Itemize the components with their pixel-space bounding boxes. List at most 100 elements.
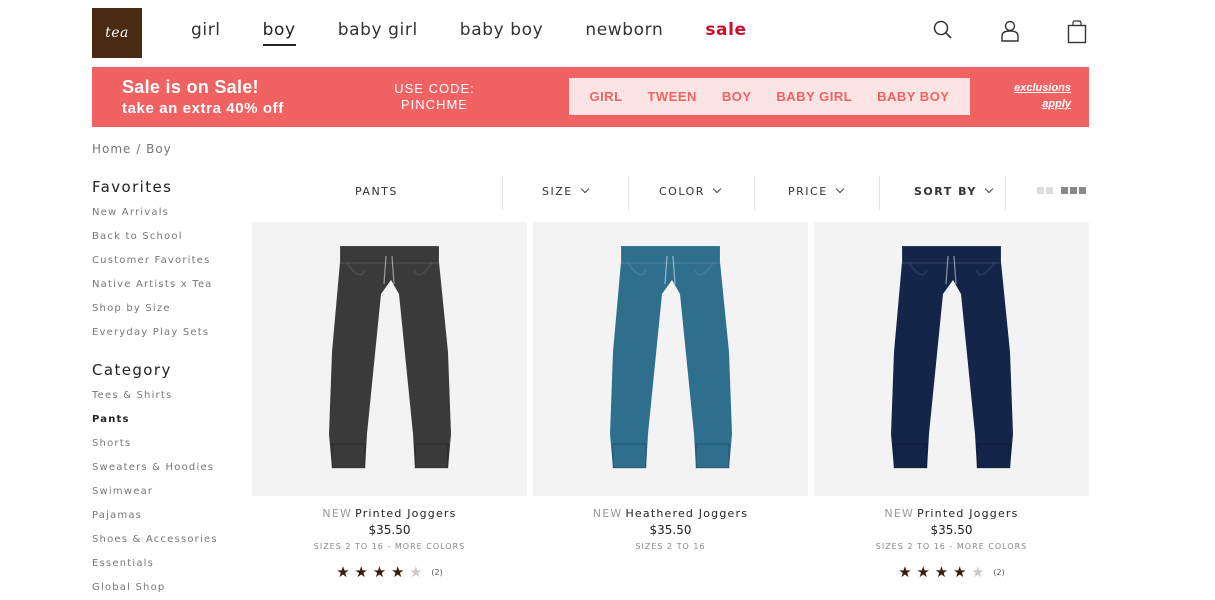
breadcrumb[interactable]: Home / Boy — [92, 142, 172, 156]
category-list: Tees & Shirts Pants Shorts Sweaters & Ho… — [92, 390, 218, 600]
promo-banner[interactable]: Sale is on Sale! take an extra 40% off U… — [92, 67, 1089, 127]
promo-link-boy[interactable]: BOY — [722, 89, 752, 104]
brand-logo[interactable]: tea — [92, 8, 142, 58]
product-sizes[interactable]: SIZES 2 TO 16 — [533, 542, 808, 551]
promo-code: USE CODE: PINCHME — [392, 81, 477, 113]
nav-newborn[interactable]: newborn — [585, 20, 663, 40]
nav-boy[interactable]: boy — [262, 20, 296, 46]
product-title: Printed Joggers — [355, 507, 457, 520]
sidebar-item[interactable]: Pajamas — [92, 510, 218, 534]
filter-divider — [754, 176, 755, 210]
product-image[interactable] — [814, 222, 1089, 496]
sidebar-item[interactable]: Shop by Size — [92, 303, 213, 327]
filter-divider — [879, 176, 880, 210]
star-icon: ★ — [390, 563, 405, 581]
grid-view-icon — [1037, 187, 1086, 194]
chevron-down-icon — [984, 184, 994, 194]
new-badge: NEW — [592, 507, 623, 520]
product-image[interactable] — [533, 222, 808, 496]
chevron-down-icon — [835, 184, 844, 194]
nav-baby-girl[interactable]: baby girl — [338, 20, 418, 40]
star-icon: ★ — [336, 563, 350, 581]
product-card[interactable]: NEW Heathered Joggers $35.50 SIZES 2 TO 1… — [533, 222, 808, 551]
product-name[interactable]: NEW Printed Joggers — [814, 507, 1089, 520]
sidebar-item[interactable]: Essentials — [92, 558, 218, 582]
product-card[interactable]: NEW Printed Joggers $35.50 SIZES 2 TO 16 … — [814, 222, 1089, 581]
nav-girl[interactable]: girl — [191, 20, 221, 40]
product-title: Heathered Joggers — [625, 507, 749, 520]
favorites-list: New Arrivals Back to School Customer Fav… — [92, 207, 213, 351]
sort-dropdown[interactable]: SORT BY — [914, 176, 994, 206]
sidebar-item[interactable]: Everyday Play Sets — [92, 327, 213, 351]
filter-bar: PANTS SIZE COLOR PRICE SORT BY — [252, 176, 1089, 210]
main-nav: girl boy baby girl baby boy newborn sale — [191, 20, 789, 46]
size-filter-label: SIZE — [542, 184, 573, 198]
star-icon: ★ — [354, 563, 368, 581]
promo-code-value: PINCHME — [401, 97, 468, 112]
exclusions-line-1: exclusions — [1014, 82, 1071, 94]
filter-divider — [502, 176, 503, 210]
promo-subtitle: take an extra 40% off — [122, 100, 284, 117]
bag-icon[interactable] — [1067, 20, 1089, 44]
review-count: (2) — [993, 568, 1005, 577]
filter-title: PANTS — [355, 184, 398, 198]
product-sizes[interactable]: SIZES 2 TO 16 - MORE COLORS — [252, 542, 527, 551]
promo-link-tween[interactable]: TWEEN — [647, 89, 696, 104]
star-icon: ★ — [952, 563, 967, 581]
favorites-heading: Favorites — [92, 178, 173, 196]
star-icon: ★ — [916, 563, 930, 581]
product-title: Printed Joggers — [917, 507, 1019, 520]
promo-title: Sale is on Sale! — [122, 77, 259, 97]
chevron-down-icon — [580, 184, 589, 194]
grid-view-toggle[interactable] — [1037, 176, 1089, 206]
sidebar-item[interactable]: Native Artists x Tea — [92, 279, 213, 303]
star-icon: ★ — [409, 563, 423, 581]
search-icon[interactable] — [933, 20, 955, 44]
logo-text: tea — [105, 25, 129, 41]
exclusions-line-2: apply — [1042, 98, 1071, 110]
product-name[interactable]: NEW Printed Joggers — [252, 507, 527, 520]
price-filter-label: PRICE — [788, 184, 828, 198]
nav-sale[interactable]: sale — [705, 20, 746, 40]
promo-link-baby-boy[interactable]: BABY BOY — [877, 89, 949, 104]
sidebar-item[interactable]: Shorts — [92, 438, 218, 462]
header-icons — [933, 20, 1089, 44]
filter-divider — [628, 176, 629, 210]
product-price: $35.50 — [930, 523, 973, 537]
sidebar-item[interactable]: Shoes & Accessories — [92, 534, 218, 558]
product-sizes[interactable]: SIZES 2 TO 16 - MORE COLORS — [814, 542, 1089, 551]
star-rating[interactable]: ★ ★ ★ ★ ★ (2) — [814, 563, 1089, 581]
size-filter[interactable]: SIZE — [542, 176, 589, 206]
joggers-image — [891, 245, 1013, 469]
promo-code-label: USE CODE: — [394, 81, 475, 96]
sidebar-item[interactable]: New Arrivals — [92, 207, 213, 231]
color-filter[interactable]: COLOR — [659, 176, 722, 206]
new-badge: NEW — [884, 507, 915, 520]
nav-baby-boy[interactable]: baby boy — [460, 20, 544, 40]
filter-divider — [1005, 176, 1006, 210]
promo-link-baby-girl[interactable]: BABY GIRL — [776, 89, 852, 104]
exclusions-link[interactable]: exclusions apply — [1014, 80, 1071, 112]
promo-links: GIRL TWEEN BOY BABY GIRL BABY BOY — [569, 78, 970, 115]
sidebar-item[interactable]: Sweaters & Hoodies — [92, 462, 218, 486]
price-filter[interactable]: PRICE — [788, 176, 844, 206]
product-name[interactable]: NEW Heathered Joggers — [533, 507, 808, 520]
star-icon: ★ — [971, 563, 985, 581]
sidebar-item[interactable]: Global Shop — [92, 582, 218, 600]
sidebar-item[interactable]: Customer Favorites — [92, 255, 213, 279]
sidebar-item[interactable]: Tees & Shirts — [92, 390, 218, 414]
product-card[interactable]: NEW Printed Joggers $35.50 SIZES 2 TO 16 … — [252, 222, 527, 581]
review-count: (2) — [431, 568, 443, 577]
sidebar-item[interactable]: Back to School — [92, 231, 213, 255]
sort-label: SORT BY — [914, 184, 977, 198]
star-rating[interactable]: ★ ★ ★ ★ ★ (2) — [252, 563, 527, 581]
chevron-down-icon — [712, 184, 722, 194]
promo-link-girl[interactable]: GIRL — [589, 89, 622, 104]
sidebar-item[interactable]: Swimwear — [92, 486, 218, 510]
product-image[interactable] — [252, 222, 527, 496]
sidebar-item-current[interactable]: Pants — [92, 414, 218, 438]
product-price: $35.50 — [649, 523, 692, 537]
star-icon: ★ — [372, 563, 387, 581]
new-badge: NEW — [322, 507, 353, 520]
account-icon[interactable] — [1000, 20, 1022, 44]
